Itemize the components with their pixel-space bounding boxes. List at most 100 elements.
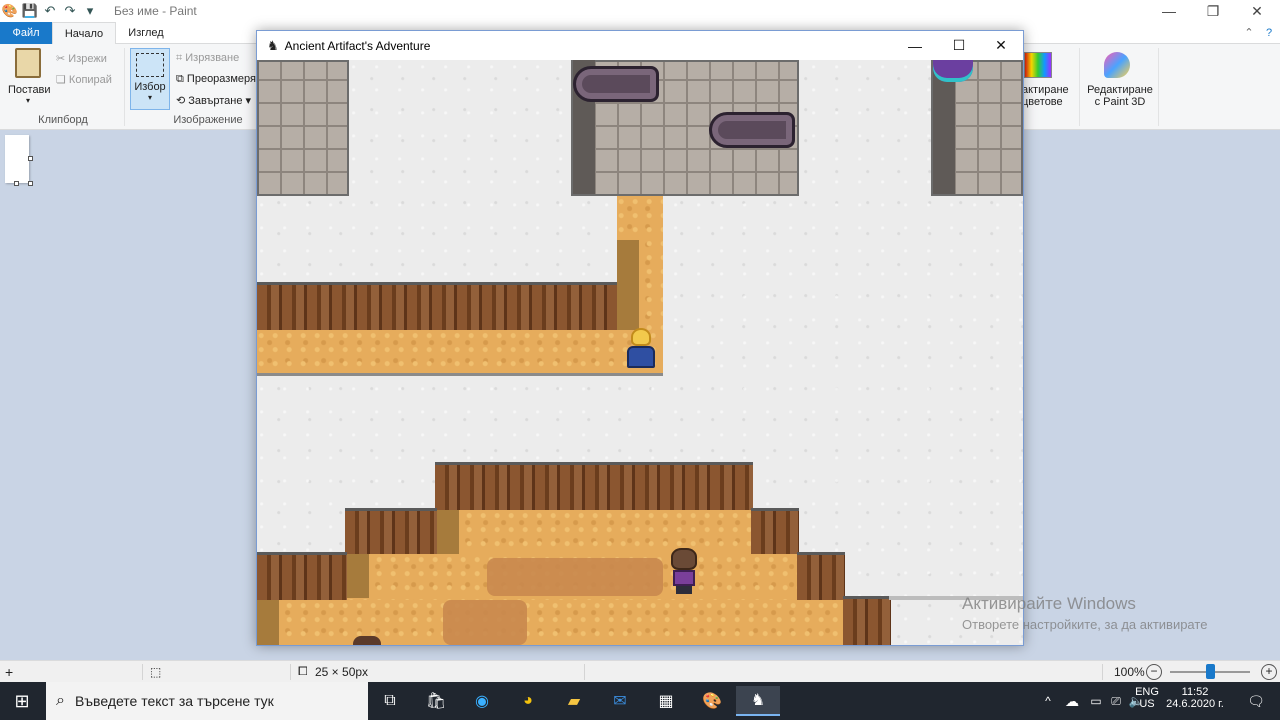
rotate-label: Завъртане [188, 95, 243, 107]
windows-start-icon[interactable]: ⊞ [0, 686, 44, 716]
battery-icon[interactable]: ▭ [1086, 686, 1106, 716]
select-label: Избор [134, 81, 166, 93]
collapse-ribbon-icon[interactable]: ⌃ [1240, 22, 1258, 44]
game-maker-icon[interactable]: ▦ [644, 686, 688, 716]
zoom-in-icon[interactable]: + [1261, 663, 1277, 680]
crop-icon: ⌗ [176, 52, 186, 64]
sand-ledge [257, 330, 663, 376]
coffin[interactable] [709, 112, 795, 148]
paint-window-title: Без име - Paint [114, 4, 197, 18]
resize-handle-right[interactable] [28, 156, 33, 161]
show-hidden-icons-icon[interactable]: ^ [1038, 686, 1058, 716]
player-hair [671, 548, 697, 570]
hero-sprite[interactable] [625, 328, 657, 370]
status-separator [584, 664, 585, 680]
activate-windows-title: Активирайте Windows [962, 594, 1136, 613]
help-icon[interactable]: ? [1260, 22, 1278, 44]
paint-taskbar-icon[interactable]: 🎨 [690, 686, 734, 716]
paste-dropdown-icon: ▾ [25, 96, 30, 105]
status-separator [290, 664, 291, 680]
rotate-dropdown-icon: ▾ [242, 95, 252, 107]
player-shirt [673, 570, 695, 586]
chrome-icon[interactable]: ◕ [506, 686, 550, 716]
paint-title-bar: 🎨 💾 ↶ ↷ ▾ Без име - Paint — ❐ ✕ [0, 0, 1280, 22]
minimize-button[interactable]: — [1146, 0, 1192, 22]
status-bar: + ⬚ ⧠ 25 × 50px 100% − + [0, 660, 1280, 682]
game-close-button[interactable]: ✕ [979, 31, 1023, 60]
paste-label: Постави [8, 84, 51, 96]
game-window-title: Ancient Artifact's Adventure [284, 38, 431, 53]
copy-button[interactable]: ❏ Копирай [56, 73, 112, 86]
winged-monster-sprite[interactable] [933, 60, 973, 82]
zoom-out-icon[interactable]: − [1146, 663, 1162, 680]
mail-icon[interactable]: ✉ [598, 686, 642, 716]
selection-icon [136, 53, 164, 77]
notifications-icon[interactable]: 🗨 [1234, 686, 1278, 716]
paste-button[interactable]: Постави ▾ [8, 48, 51, 105]
select-button[interactable]: Избор ▾ [130, 48, 170, 110]
coffin[interactable] [573, 66, 659, 102]
resize-icon: ⧉ [176, 73, 187, 85]
task-view-icon[interactable]: ⧉ [368, 686, 412, 716]
edge-icon[interactable]: ◉ [460, 686, 504, 716]
rock-wall [257, 552, 347, 600]
clipboard-icon [15, 48, 41, 78]
hero-hair [631, 328, 651, 346]
status-separator [142, 664, 143, 680]
resize-handle-corner[interactable] [28, 181, 33, 186]
resize-button[interactable]: ⧉ Преоразмеря [176, 73, 256, 86]
game-taskbar-icon[interactable]: ♞ [736, 686, 780, 716]
rock-wall [843, 596, 891, 645]
redo-icon[interactable]: ↷ [60, 1, 80, 21]
undo-icon[interactable]: ↶ [40, 1, 60, 21]
sand-shadow [257, 600, 279, 645]
crop-label: Изрязване [185, 52, 240, 64]
keyboard-layout: US [1139, 698, 1155, 710]
rotate-button[interactable]: ⟲ Завъртане ▾ [176, 94, 251, 107]
cursor-position-icon: + [5, 663, 14, 680]
quick-access-dropdown-icon[interactable]: ▾ [80, 1, 100, 21]
close-button[interactable]: ✕ [1234, 0, 1280, 22]
language-indicator[interactable]: ENG US [1134, 686, 1160, 710]
game-app-icon: ♞ [267, 37, 279, 53]
onedrive-icon[interactable]: ☁ [1062, 686, 1082, 716]
game-viewport[interactable] [257, 60, 1023, 645]
clock-time: 11:52 [1181, 686, 1209, 698]
player-sprite[interactable] [667, 548, 701, 594]
clock[interactable]: 11:52 24.6.2020 г. [1160, 686, 1230, 710]
resize-handle-bottom[interactable] [14, 181, 19, 186]
stone-floor-block [257, 60, 349, 196]
save-icon[interactable]: 💾 [20, 1, 40, 21]
edit-with-paint3d-button[interactable]: Редактиране с Paint 3D [1085, 84, 1155, 108]
tab-view[interactable]: Изглед [116, 22, 176, 44]
crop-button[interactable]: ⌗ Изрязване [176, 52, 239, 65]
cut-button[interactable]: ✂ Изрежи [56, 52, 107, 65]
game-maximize-button[interactable]: ☐ [937, 31, 981, 60]
hero-cape [627, 346, 655, 368]
tab-home[interactable]: Начало [52, 22, 116, 44]
cut-label: Изрежи [68, 53, 107, 65]
rock-wall [435, 462, 753, 510]
file-explorer-icon[interactable]: ▰ [552, 686, 596, 716]
network-icon[interactable]: ⎚ [1106, 686, 1126, 716]
activate-windows-subtitle: Отворете настройките, за да активирате [962, 617, 1208, 632]
edit-colors-button[interactable]: актиране цветове [1022, 84, 1076, 108]
search-icon: ⌕ [56, 692, 65, 709]
zoom-level: 100% [1114, 664, 1145, 679]
tab-file[interactable]: Файл [0, 22, 52, 44]
ribbon-separator [1079, 48, 1080, 126]
npc-head-sprite[interactable] [353, 636, 381, 645]
rock-wall [257, 282, 617, 330]
paint-app-icon: 🎨 [1, 3, 19, 18]
sand-floor [437, 510, 751, 556]
store-icon[interactable]: 🛍 [414, 686, 458, 716]
zoom-slider-thumb[interactable] [1206, 664, 1215, 679]
player-legs [676, 586, 692, 594]
restore-button[interactable]: ❐ [1190, 0, 1236, 22]
game-minimize-button[interactable]: — [893, 31, 937, 60]
taskbar-search[interactable]: ⌕ Въведете текст за търсене тук [46, 682, 368, 720]
game-window[interactable]: ♞ Ancient Artifact's Adventure — ☐ ✕ [256, 30, 1024, 646]
paint-canvas[interactable] [5, 135, 29, 183]
rock-wall [751, 508, 799, 556]
ribbon-separator [124, 48, 125, 126]
